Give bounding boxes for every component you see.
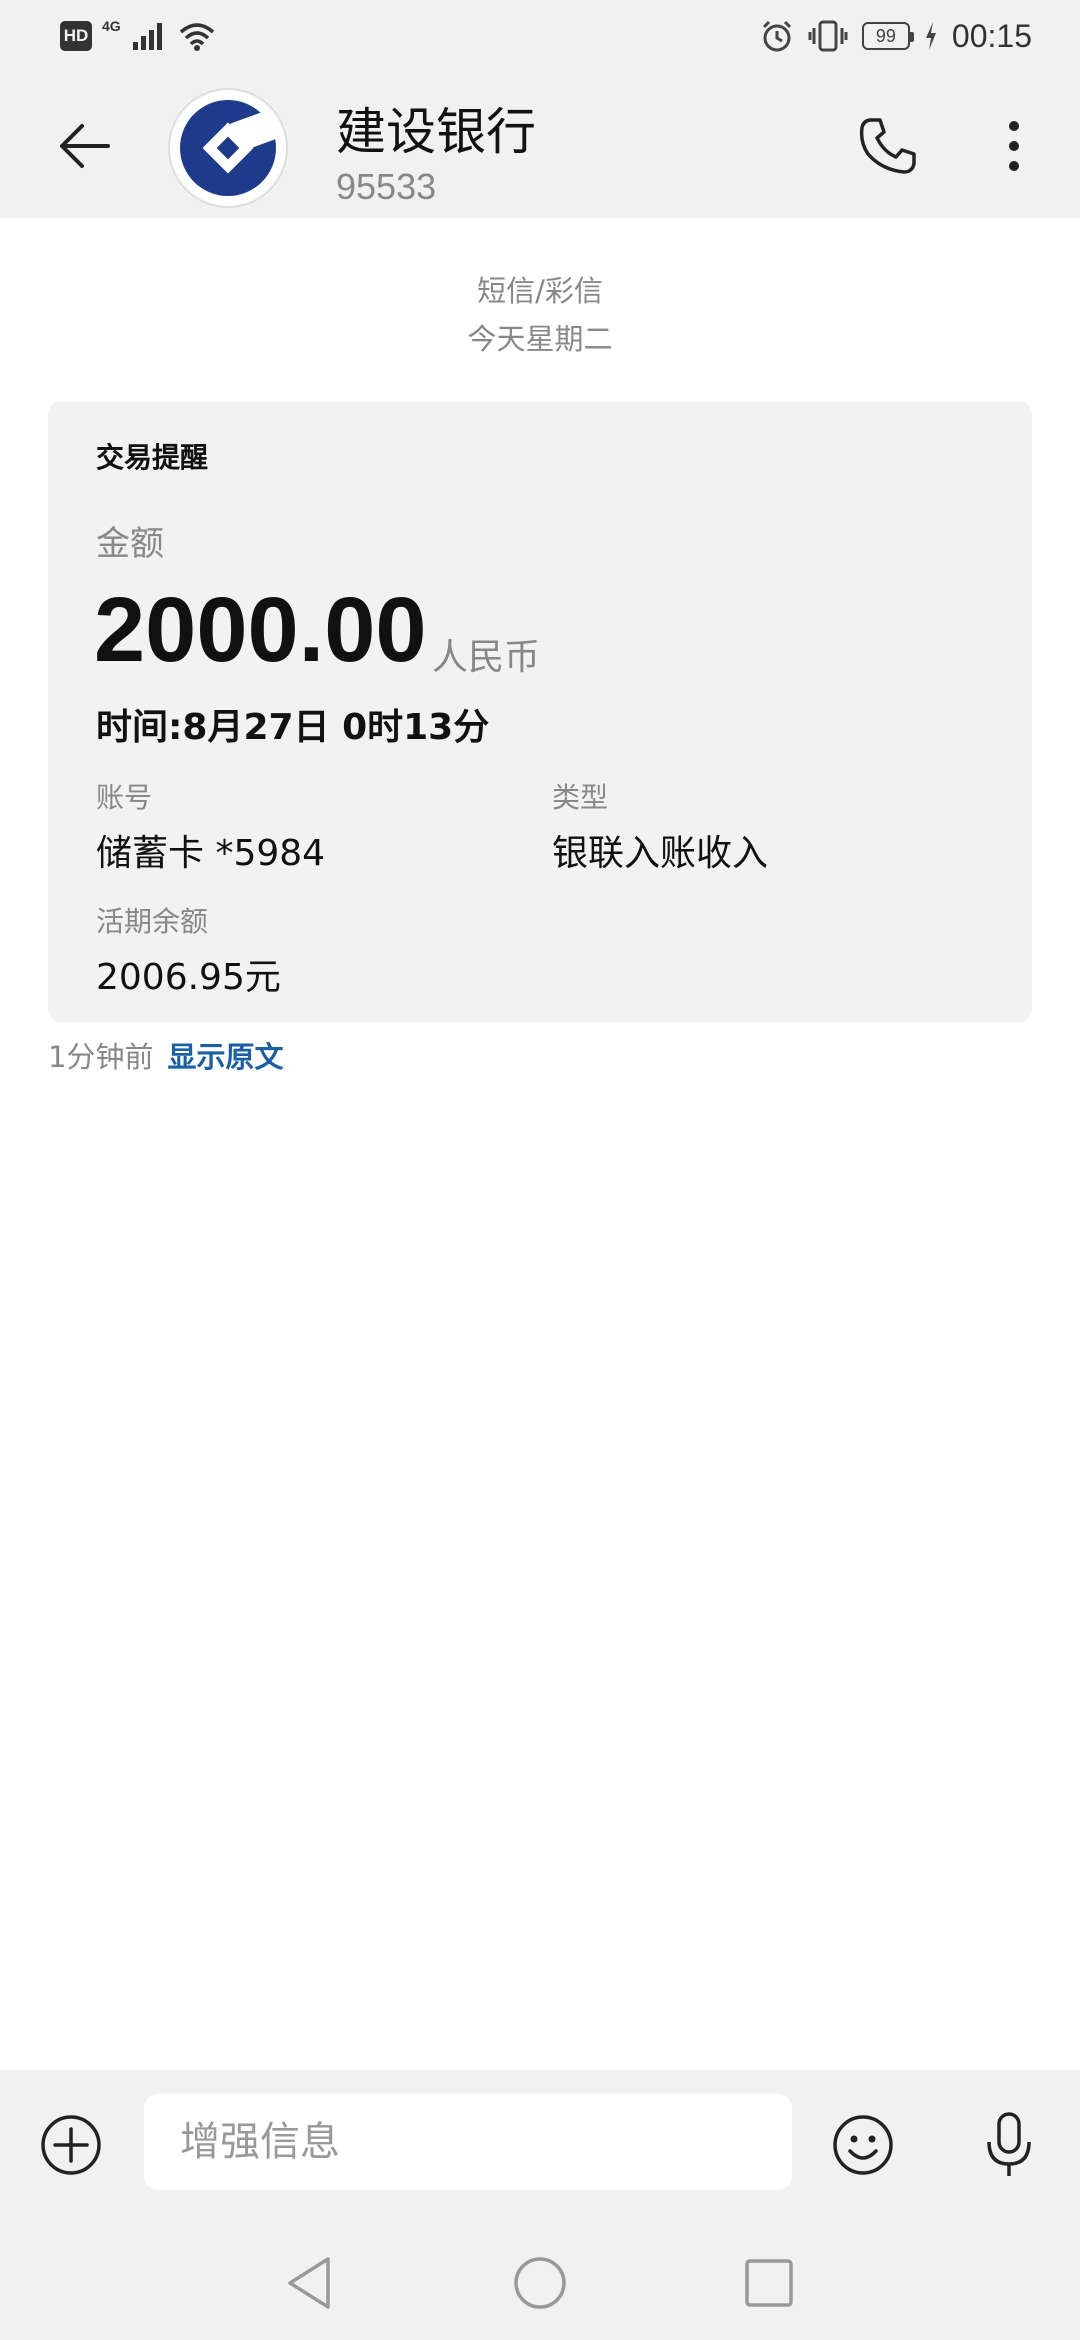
compose-bar [0, 2070, 1080, 2218]
message-time: 1分钟前 [48, 1040, 154, 1074]
transaction-time: 时间:8月27日 0时13分 [96, 707, 490, 748]
microphone-icon [987, 2112, 1031, 2176]
amount-label: 金额 [96, 524, 164, 564]
alarm-icon [762, 20, 791, 52]
status-left: HD 4G [60, 18, 217, 54]
message-input[interactable] [144, 2094, 792, 2190]
hd-badge: HD [60, 21, 92, 51]
system-nav-bar [0, 2218, 1080, 2340]
transaction-card[interactable]: 交易提醒 金额 2000.00 人民币 时间:8月27日 0时13分 账号 储蓄… [48, 402, 1032, 1022]
contact-number: 95533 [336, 166, 437, 207]
signal-icon [132, 23, 162, 50]
attach-button[interactable] [36, 2110, 106, 2180]
wifi-icon [179, 23, 214, 51]
call-button[interactable] [848, 106, 928, 186]
conversation-type: 短信/彩信 [477, 274, 603, 308]
amount-currency: 人民币 [432, 637, 541, 678]
status-bar: HD 4G 99 00:15 [0, 0, 1080, 72]
emoji-button[interactable] [828, 2110, 898, 2180]
network-type: 4G [102, 18, 121, 34]
status-right: 99 00:15 [760, 14, 1032, 58]
nav-back-button[interactable] [274, 2248, 344, 2318]
balance-value: 2006.95元 [96, 957, 281, 998]
more-vertical-icon [1009, 121, 1019, 171]
show-original-link[interactable]: 显示原文 [167, 1034, 283, 1076]
conversation-date: 今天星期二 [467, 322, 613, 356]
contact-avatar[interactable] [168, 88, 288, 208]
charging-icon [925, 22, 936, 50]
more-options-button[interactable] [984, 106, 1044, 186]
nav-home-circle-icon [514, 2257, 566, 2309]
nav-recents-button[interactable] [734, 2248, 804, 2318]
add-circle-icon [41, 2115, 101, 2175]
clock: 00:15 [951, 17, 1032, 54]
balance-label: 活期余额 [96, 905, 209, 938]
emoji-icon [833, 2115, 893, 2175]
type-value: 银联入账收入 [552, 833, 769, 874]
nav-recents-square-icon [745, 2259, 793, 2307]
voice-input-button[interactable] [974, 2106, 1044, 2184]
battery-level: 99 [875, 25, 896, 46]
back-button[interactable] [44, 106, 124, 186]
contact-name: 建设银行 [336, 103, 536, 161]
card-title: 交易提醒 [96, 441, 209, 474]
message-meta: 1分钟前 显示原文 [48, 1034, 283, 1076]
type-label: 类型 [552, 781, 609, 814]
nav-back-triangle-icon [288, 2257, 330, 2309]
phone-icon [859, 118, 916, 174]
nav-home-button[interactable] [505, 2248, 575, 2318]
amount-value: 2000.00 [94, 579, 427, 681]
back-arrow-icon [60, 124, 110, 168]
battery-indicator: 99 [861, 22, 914, 50]
conversation-header: 建设银行 95533 [0, 72, 1080, 218]
ccb-logo-icon [180, 100, 278, 196]
account-label: 账号 [96, 781, 153, 814]
vibrate-icon [808, 20, 848, 52]
account-value: 储蓄卡 *5984 [96, 833, 326, 874]
